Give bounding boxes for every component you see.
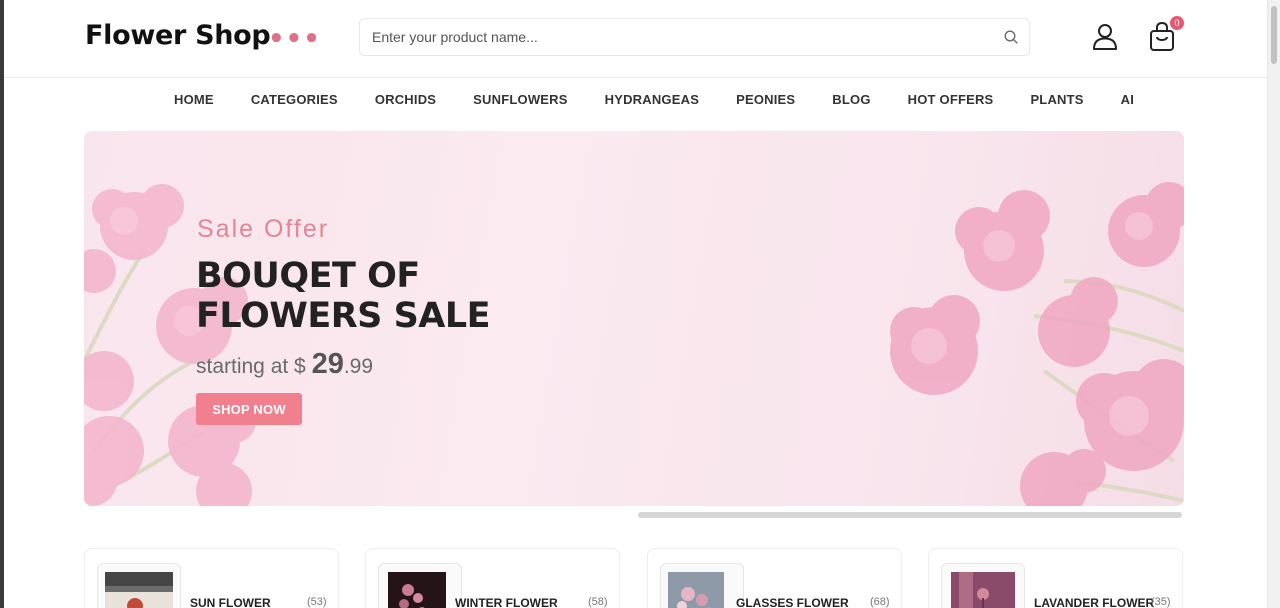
search-icon[interactable] <box>1003 29 1019 45</box>
price-main: 29 <box>311 348 344 380</box>
nav-item-hydrangeas[interactable]: HYDRANGEAS <box>605 92 699 107</box>
page-scrollbar[interactable] <box>1267 0 1280 608</box>
category-thumbnail <box>97 563 181 608</box>
category-card[interactable]: SUN FLOWER (53) <box>84 548 339 608</box>
category-name: SUN FLOWER <box>190 596 271 608</box>
category-count: (58) <box>588 596 608 608</box>
category-name: WINTER FLOWER <box>455 596 558 608</box>
category-card[interactable]: WINTER FLOWER (58) <box>365 548 620 608</box>
category-count: (68) <box>870 596 890 608</box>
nav-item-peonies[interactable]: PEONIES <box>736 92 795 107</box>
banner-headline: BOUQET OF FLOWERS SALE <box>196 256 491 336</box>
nav-item-home[interactable]: HOME <box>174 92 214 107</box>
category-thumbnail <box>660 563 744 608</box>
category-name: LAVANDER FLOWER <box>1034 596 1155 608</box>
category-thumbnail <box>941 563 1025 608</box>
site-logo[interactable]: Flower Shop <box>85 20 271 51</box>
banner-subtitle: Sale Offer <box>197 215 330 243</box>
category-count: (35) <box>1151 596 1171 608</box>
banner-headline-line-1: BOUQET OF <box>196 256 420 296</box>
user-icon[interactable] <box>1091 22 1119 52</box>
category-name: GLASSES FLOWER <box>736 596 849 608</box>
category-thumbnail <box>378 563 462 608</box>
shop-now-button[interactable]: SHOP NOW <box>196 393 302 425</box>
search-bar <box>359 18 1030 56</box>
nav-item-blog[interactable]: BLOG <box>832 92 870 107</box>
price-cents: .99 <box>343 355 374 378</box>
nav-item-sunflowers[interactable]: SUNFLOWERS <box>473 92 567 107</box>
nav-item-hot-offers[interactable]: HOT OFFERS <box>908 92 994 107</box>
nav-item-ai[interactable]: AI <box>1121 92 1134 107</box>
cart-count-badge: 0 <box>1170 16 1184 30</box>
banner-price: starting at $ 29.99 <box>196 348 373 381</box>
banner-headline-line-2: FLOWERS SALE <box>196 296 491 336</box>
logo-dots: ••• <box>268 24 321 54</box>
nav-item-categories[interactable]: CATEGORIES <box>251 92 338 107</box>
search-input[interactable] <box>360 19 980 55</box>
site-header: Flower Shop ••• <box>4 0 1267 78</box>
category-card[interactable]: LAVANDER FLOWER (35) <box>928 548 1183 608</box>
hero-banner: Sale Offer BOUQET OF FLOWERS SALE starti… <box>84 131 1184 506</box>
category-card[interactable]: GLASSES FLOWER (68) <box>647 548 902 608</box>
price-prefix: starting at $ <box>196 355 306 378</box>
carousel-scroll-indicator[interactable] <box>638 512 1182 518</box>
nav-item-orchids[interactable]: ORCHIDS <box>375 92 436 107</box>
nav-item-plants[interactable]: PLANTS <box>1030 92 1083 107</box>
scrollbar-thumb[interactable] <box>1271 6 1277 64</box>
main-navigation: HOME CATEGORIES ORCHIDS SUNFLOWERS HYDRA… <box>4 78 1267 122</box>
category-count: (53) <box>307 596 327 608</box>
